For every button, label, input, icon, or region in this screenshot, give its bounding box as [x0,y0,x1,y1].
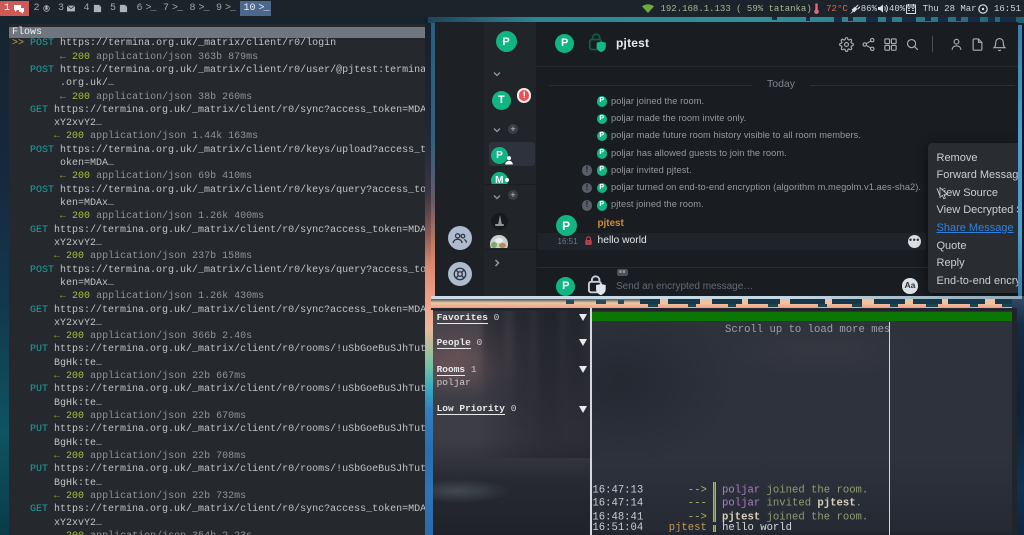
svg-text:!: ! [588,240,589,245]
